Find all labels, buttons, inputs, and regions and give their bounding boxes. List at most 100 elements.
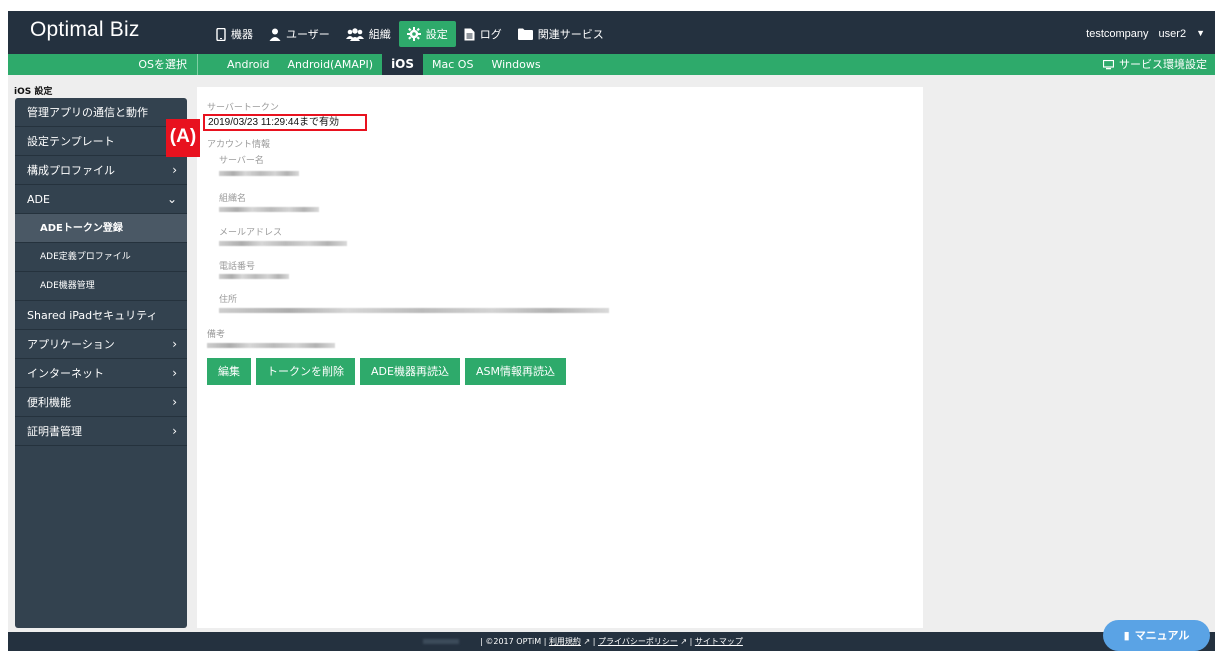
nav-devices[interactable]: 機器	[208, 21, 261, 47]
company-name: testcompany	[1086, 28, 1149, 40]
external-link-icon: ↗	[583, 637, 591, 646]
os-select-label: OSを選択	[8, 54, 198, 75]
chevron-right-icon: ›	[172, 366, 177, 380]
service-env-link[interactable]: サービス環境設定	[1103, 54, 1207, 75]
sidebar-item-ade-profile[interactable]: ADE定義プロファイル	[15, 243, 187, 272]
document-icon	[464, 28, 475, 41]
nav-users[interactable]: ユーザー	[261, 21, 338, 47]
sidebar-item-internet[interactable]: インターネット ›	[15, 359, 187, 388]
external-link-icon: ↗	[680, 637, 688, 646]
privacy-link[interactable]: プライバシーポリシー	[598, 637, 678, 646]
sidebar: 管理アプリの通信と動作 設定テンプレート 構成プロファイル › ADE ⌄ ADEト…	[15, 98, 187, 628]
sidebar-item-ade-token[interactable]: ADEトークン登録	[15, 214, 187, 243]
footer-redacted	[423, 639, 459, 644]
sidebar-item-applications[interactable]: アプリケーション ›	[15, 330, 187, 359]
sidebar-item-label: ADEトークン登録	[40, 223, 123, 234]
org-name-value	[219, 207, 319, 212]
user-icon	[269, 28, 281, 41]
group-icon	[345, 27, 364, 41]
tab-android[interactable]: Android	[218, 54, 279, 75]
folder-icon	[517, 28, 533, 40]
screen: Optimal Biz 機器 ユーザー 組織 設定 ログ 関連サービス test…	[0, 0, 1215, 651]
address-value	[219, 308, 609, 313]
chevron-right-icon: ›	[172, 163, 177, 177]
terms-link[interactable]: 利用規約	[549, 637, 581, 646]
reload-asm-button[interactable]: ASM情報再読込	[464, 358, 566, 385]
tab-ios[interactable]: iOS	[382, 54, 424, 75]
manual-label: マニュアル	[1134, 629, 1190, 642]
sidebar-title: iOS 設定	[14, 87, 53, 97]
sidebar-item-app-communication[interactable]: 管理アプリの通信と動作	[15, 98, 187, 127]
chevron-right-icon: ›	[172, 395, 177, 409]
manual-button[interactable]: ▮ マニュアル	[1103, 620, 1210, 651]
nav-settings[interactable]: 設定	[398, 21, 456, 47]
copyright: | ©2017 OPTiM |	[480, 637, 547, 646]
sidebar-item-label: アプリケーション	[27, 338, 115, 351]
nav-users-label: ユーザー	[286, 28, 330, 41]
nav-related-services[interactable]: 関連サービス	[510, 21, 612, 47]
server-token-label: サーバートークン	[207, 103, 279, 113]
app-logo[interactable]: Optimal Biz	[30, 18, 140, 42]
notes-value	[207, 343, 335, 348]
sidebar-item-utilities[interactable]: 便利機能 ›	[15, 388, 187, 417]
annotation-marker: (A)	[166, 119, 200, 157]
sidebar-item-label: 証明書管理	[27, 425, 82, 438]
nav-related-services-label: 関連サービス	[537, 28, 604, 41]
os-bar: OSを選択 Android Android(AMAPI) iOS Mac OS …	[8, 54, 1215, 75]
chevron-right-icon: ›	[172, 424, 177, 438]
tab-macos[interactable]: Mac OS	[423, 54, 482, 75]
user-name: user2	[1158, 28, 1187, 40]
main-content: サーバートークン 2019/03/23 11:29:44まで有効 アカウント情報…	[197, 87, 923, 628]
sidebar-item-label: ADE定義プロファイル	[40, 252, 131, 262]
monitor-icon	[1103, 59, 1114, 70]
sidebar-item-label: 便利機能	[27, 396, 71, 409]
sidebar-item-config-profile[interactable]: 構成プロファイル ›	[15, 156, 187, 185]
footer-separator: |	[689, 637, 693, 646]
token-expiry: 2019/03/23 11:29:44まで有効	[203, 114, 367, 131]
app-window: Optimal Biz 機器 ユーザー 組織 設定 ログ 関連サービス test…	[8, 11, 1215, 651]
nav-devices-label: 機器	[231, 28, 253, 41]
account-info-label: アカウント情報	[207, 140, 271, 150]
sidebar-item-settings-template[interactable]: 設定テンプレート	[15, 127, 187, 156]
tab-android-amapi[interactable]: Android(AMAPI)	[279, 54, 383, 75]
nav-organization[interactable]: 組織	[338, 21, 399, 47]
nav-organization-label: 組織	[368, 28, 391, 41]
nav-logs[interactable]: ログ	[456, 21, 510, 47]
delete-token-button[interactable]: トークンを削除	[256, 358, 355, 385]
phone-label: 電話番号	[219, 262, 256, 272]
tab-windows[interactable]: Windows	[482, 54, 549, 75]
caret-down-icon: ▼	[1196, 28, 1205, 38]
nav-logs-label: ログ	[479, 28, 502, 41]
address-label: 住所	[219, 295, 238, 305]
sidebar-item-ade[interactable]: ADE ⌄	[15, 185, 187, 214]
footer: | ©2017 OPTiM | 利用規約 ↗ | プライバシーポリシー ↗ | …	[8, 632, 1215, 651]
user-menu[interactable]: testcompany user2 ▼	[1086, 28, 1205, 40]
sidebar-item-ade-devices[interactable]: ADE機器管理	[15, 272, 187, 301]
sitemap-link[interactable]: サイトマップ	[695, 637, 743, 646]
sidebar-item-shared-ipad[interactable]: Shared iPadセキュリティ	[15, 301, 187, 330]
action-buttons: 編集 トークンを削除 ADE機器再読込 ASM情報再読込	[207, 358, 566, 385]
sidebar-item-label: 設定テンプレート	[27, 135, 115, 148]
phone-icon	[216, 27, 226, 41]
top-bar: Optimal Biz 機器 ユーザー 組織 設定 ログ 関連サービス test…	[8, 11, 1215, 54]
book-icon: ▮	[1123, 629, 1130, 642]
sidebar-item-label: 構成プロファイル	[27, 164, 115, 177]
footer-separator: |	[592, 637, 596, 646]
sidebar-item-certificates[interactable]: 証明書管理 ›	[15, 417, 187, 446]
service-env-label: サービス環境設定	[1119, 58, 1207, 71]
sidebar-item-label: ADE機器管理	[40, 281, 95, 291]
server-name-label: サーバー名	[219, 156, 264, 166]
sidebar-item-label: 管理アプリの通信と動作	[27, 106, 148, 119]
edit-button[interactable]: 編集	[207, 358, 251, 385]
chevron-down-icon: ⌄	[166, 192, 177, 206]
email-value	[219, 241, 347, 246]
phone-value	[219, 274, 289, 279]
org-name-label: 組織名	[219, 194, 247, 204]
main-nav: 機器 ユーザー 組織 設定 ログ 関連サービス	[208, 21, 612, 47]
gear-icon	[406, 27, 421, 41]
nav-settings-label: 設定	[425, 28, 448, 41]
sidebar-item-label: インターネット	[27, 367, 104, 380]
reload-ade-devices-button[interactable]: ADE機器再読込	[360, 358, 460, 385]
sidebar-item-label: Shared iPadセキュリティ	[27, 309, 158, 322]
os-tabs: Android Android(AMAPI) iOS Mac OS Window…	[218, 54, 550, 75]
